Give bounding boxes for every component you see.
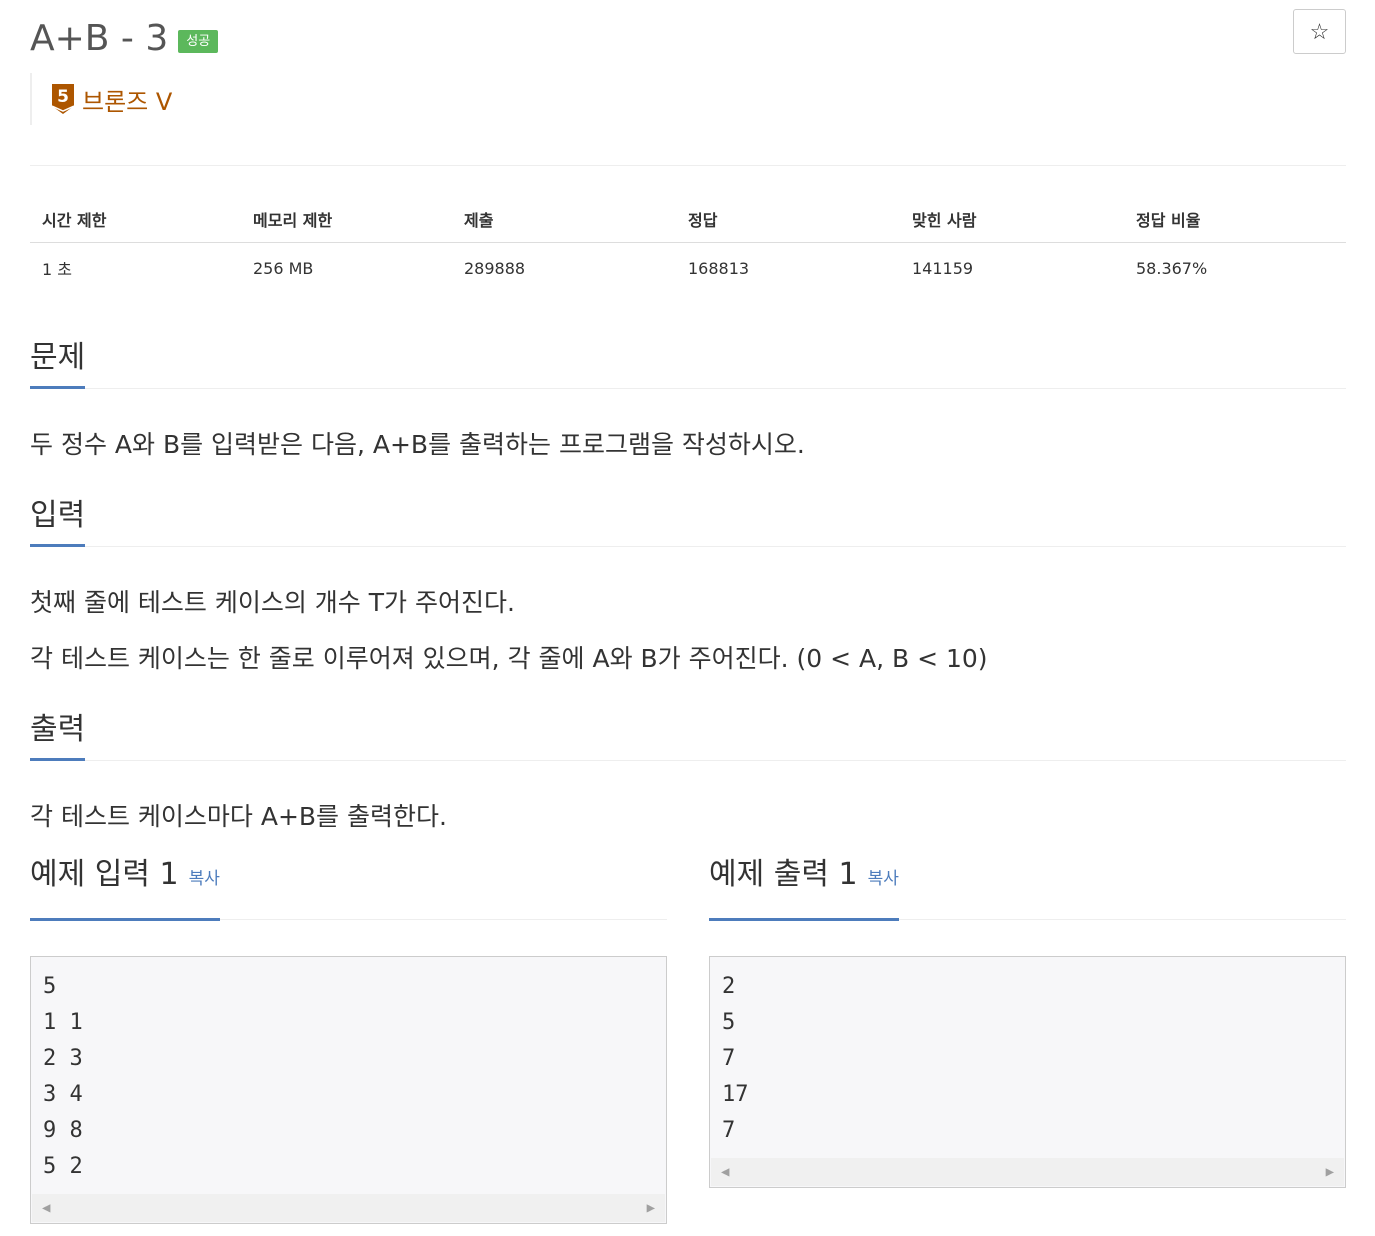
tier-label[interactable]: 브론즈 V [82,82,172,117]
star-button[interactable]: ☆ [1293,9,1346,54]
description-section: 문제 두 정수 A와 B를 입력받은 다음, A+B를 출력하는 프로그램을 작… [30,340,1346,473]
value-accept-rate: 58.367% [1136,258,1208,278]
section-header: 문제 [30,340,1346,389]
problem-info-table: 시간 제한 메모리 제한 제출 정답 맞힌 사람 정답 비율 1 초 256 M… [30,196,1346,293]
copy-sample-output-button[interactable]: 복사 [868,869,899,889]
sample-output-box[interactable]: 2 5 7 17 7 ◀ ▶ [709,956,1346,1188]
sample-output-section: 예제 출력 1 복사 2 5 7 17 7 ◀ ▶ [709,855,1346,1188]
section-header: 출력 [30,712,1346,761]
section-title: 문제 [30,340,86,389]
input-text-line-1: 첫째 줄에 테스트 케이스의 개수 T가 주어진다. [30,588,515,617]
section-title: 출력 [30,712,86,761]
scroll-right-icon[interactable]: ▶ [637,1190,665,1223]
divider [30,165,1346,166]
section-header: 예제 출력 1 복사 [709,855,1346,921]
scroll-left-icon[interactable]: ◀ [711,1154,739,1187]
section-title: 입력 [30,498,86,547]
table-row: 1 초 256 MB 289888 168813 141159 58.367% [30,243,1346,294]
section-title: 예제 입력 1 복사 [30,855,220,921]
header-accept-rate: 정답 비율 [1124,196,1346,243]
horizontal-scrollbar[interactable]: ◀ ▶ [32,1194,665,1222]
section-title: 예제 출력 1 복사 [709,855,899,921]
value-solved-users: 141159 [912,258,974,278]
sample-input-title: 예제 입력 1 [30,857,179,892]
value-memory-limit: 256 MB [253,258,314,278]
value-accepted: 168813 [688,258,750,278]
header-solved-users: 맞힌 사람 [900,196,1124,243]
input-section: 입력 첫째 줄에 테스트 케이스의 개수 T가 주어진다. 각 테스트 케이스는… [30,498,1346,687]
copy-sample-input-button[interactable]: 복사 [189,869,220,889]
title-row: A+B - 3 성공 [30,14,219,62]
tier-block[interactable]: 5 브론즈 V [30,73,172,125]
sample-output-content: 2 5 7 17 7 [722,974,749,1143]
header-memory-limit: 메모리 제한 [241,196,452,243]
value-time-limit: 1 초 [42,260,72,279]
sample-input-section: 예제 입력 1 복사 5 1 1 2 3 3 4 9 8 5 2 ◀ ▶ [30,855,667,1224]
scroll-right-icon[interactable]: ▶ [1316,1154,1344,1187]
header-accepted: 정답 [676,196,900,243]
sample-output-title: 예제 출력 1 [709,857,858,892]
output-text: 각 테스트 케이스마다 A+B를 출력한다. [30,802,447,831]
horizontal-scrollbar[interactable]: ◀ ▶ [711,1158,1344,1186]
value-submissions: 289888 [464,258,526,278]
status-badge: 성공 [178,29,219,53]
tier-number: 5 [57,87,69,107]
table-header-row: 시간 제한 메모리 제한 제출 정답 맞힌 사람 정답 비율 [30,196,1346,243]
problem-title: A+B - 3 [30,17,169,59]
sample-input-box[interactable]: 5 1 1 2 3 3 4 9 8 5 2 ◀ ▶ [30,956,667,1224]
description-text: 두 정수 A와 B를 입력받은 다음, A+B를 출력하는 프로그램을 작성하시… [30,430,805,459]
header-submissions: 제출 [452,196,676,243]
section-header: 예제 입력 1 복사 [30,855,667,921]
bronze-tier-icon: 5 [52,84,74,114]
star-icon: ☆ [1309,18,1330,44]
section-header: 입력 [30,498,1346,547]
scroll-left-icon[interactable]: ◀ [32,1190,60,1223]
header-time-limit: 시간 제한 [30,196,241,243]
sample-input-content: 5 1 1 2 3 3 4 9 8 5 2 [43,974,83,1179]
output-section: 출력 각 테스트 케이스마다 A+B를 출력한다. [30,712,1346,845]
input-text-line-2: 각 테스트 케이스는 한 줄로 이루어져 있으며, 각 줄에 A와 B가 주어진… [30,644,988,673]
